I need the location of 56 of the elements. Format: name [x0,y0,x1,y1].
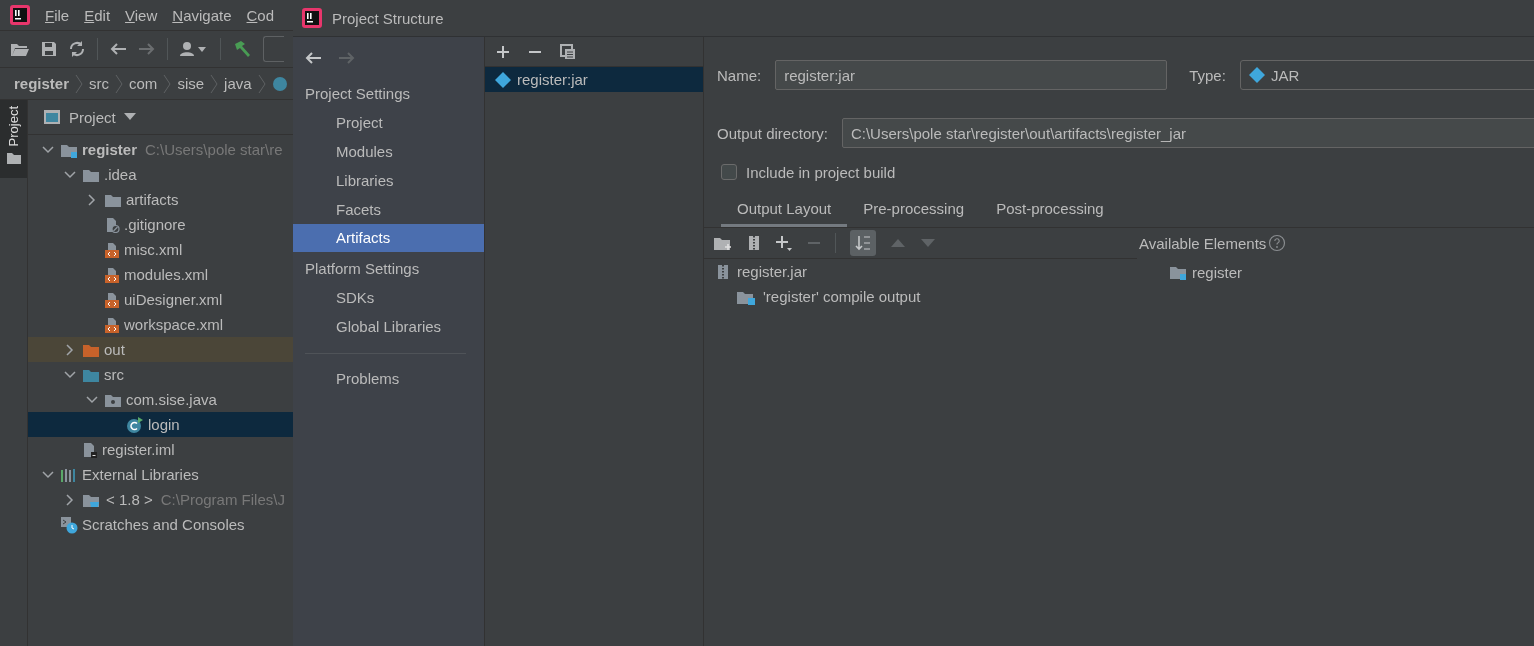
tree-item[interactable]: register C:\Users\pole star\re [28,137,293,162]
tree-item[interactable]: artifacts [28,187,293,212]
menu-item[interactable]: Navigate [172,6,232,24]
section-title: Available Elements [1139,234,1267,252]
breadcrumb-item[interactable]: register [14,75,70,92]
tree-item[interactable]: register.iml [28,437,293,462]
checkbox-label[interactable]: Include in project build [746,163,896,181]
tab[interactable]: Post-processing [980,196,1120,224]
tree-item[interactable]: External Libraries [28,462,293,487]
panel-title[interactable]: Project [69,108,116,126]
available-item[interactable]: register [1137,258,1534,286]
breadcrumb-item[interactable]: src [89,75,110,92]
breadcrumb-item[interactable]: sise [177,75,205,92]
breadcrumb-item[interactable]: java [224,75,252,92]
nav-item[interactable]: Artifacts [293,224,484,252]
tree-item[interactable]: src [28,362,293,387]
nav-item[interactable]: Project [293,108,484,137]
nav-item[interactable]: SDKs [293,283,484,312]
tree-item[interactable]: < 1.8 > C:\Program Files\J [28,487,293,512]
output-directory-field[interactable]: C:\Users\pole star\register\out\artifacts\register_jar [841,118,1534,148]
tree-item[interactable]: misc.xml [28,237,293,262]
tree-item[interactable]: modules.xml [28,262,293,287]
path-label: C:\Users\pole star\re [145,141,283,158]
tab[interactable]: Output Layout [721,196,848,227]
tree-item[interactable]: login [28,412,293,437]
tree-item[interactable]: com.sise.java [28,387,293,412]
type-dropdown[interactable]: JAR [1239,60,1534,90]
layout-item[interactable]: 'register' compile output [704,284,1137,309]
tree-item[interactable]: uiDesigner.xml [28,287,293,312]
tree-item[interactable]: out [28,337,293,362]
field-label: Type: [1189,66,1226,84]
tree-item[interactable]: Scratches and Consoles [28,512,293,537]
section-header: Platform Settings [304,259,421,279]
menu-item[interactable]: Edit [84,6,111,24]
tree-item[interactable]: .gitignore [28,212,293,237]
menu-item[interactable]: File [45,6,70,24]
section-header: Project Settings [304,84,412,104]
name-field[interactable]: register:jar [775,60,1168,90]
nav-item[interactable]: Libraries [293,166,484,195]
layout-item[interactable]: register.jar [704,259,1137,284]
tree-item[interactable]: .idea [28,162,293,187]
nav-item[interactable]: Modules [293,137,484,166]
nav-item[interactable]: Facets [293,195,484,224]
artifact-item[interactable]: register:jar [485,67,703,92]
side-tab[interactable]: Project [0,100,27,178]
field-label: Name: [717,66,762,84]
nav-item[interactable]: Global Libraries [293,312,484,341]
nav-item[interactable]: Problems [293,364,484,393]
field-label: Output directory: [717,124,828,142]
tab[interactable]: Pre-processing [847,196,981,224]
menu-item[interactable]: View [125,6,158,24]
path-label: C:\Program Files\J [160,491,285,508]
window-title: Project Structure [332,9,444,27]
tree-item[interactable]: workspace.xml [28,312,293,337]
menu-item[interactable]: Cod [246,6,275,24]
breadcrumb-item[interactable]: com [129,75,158,92]
